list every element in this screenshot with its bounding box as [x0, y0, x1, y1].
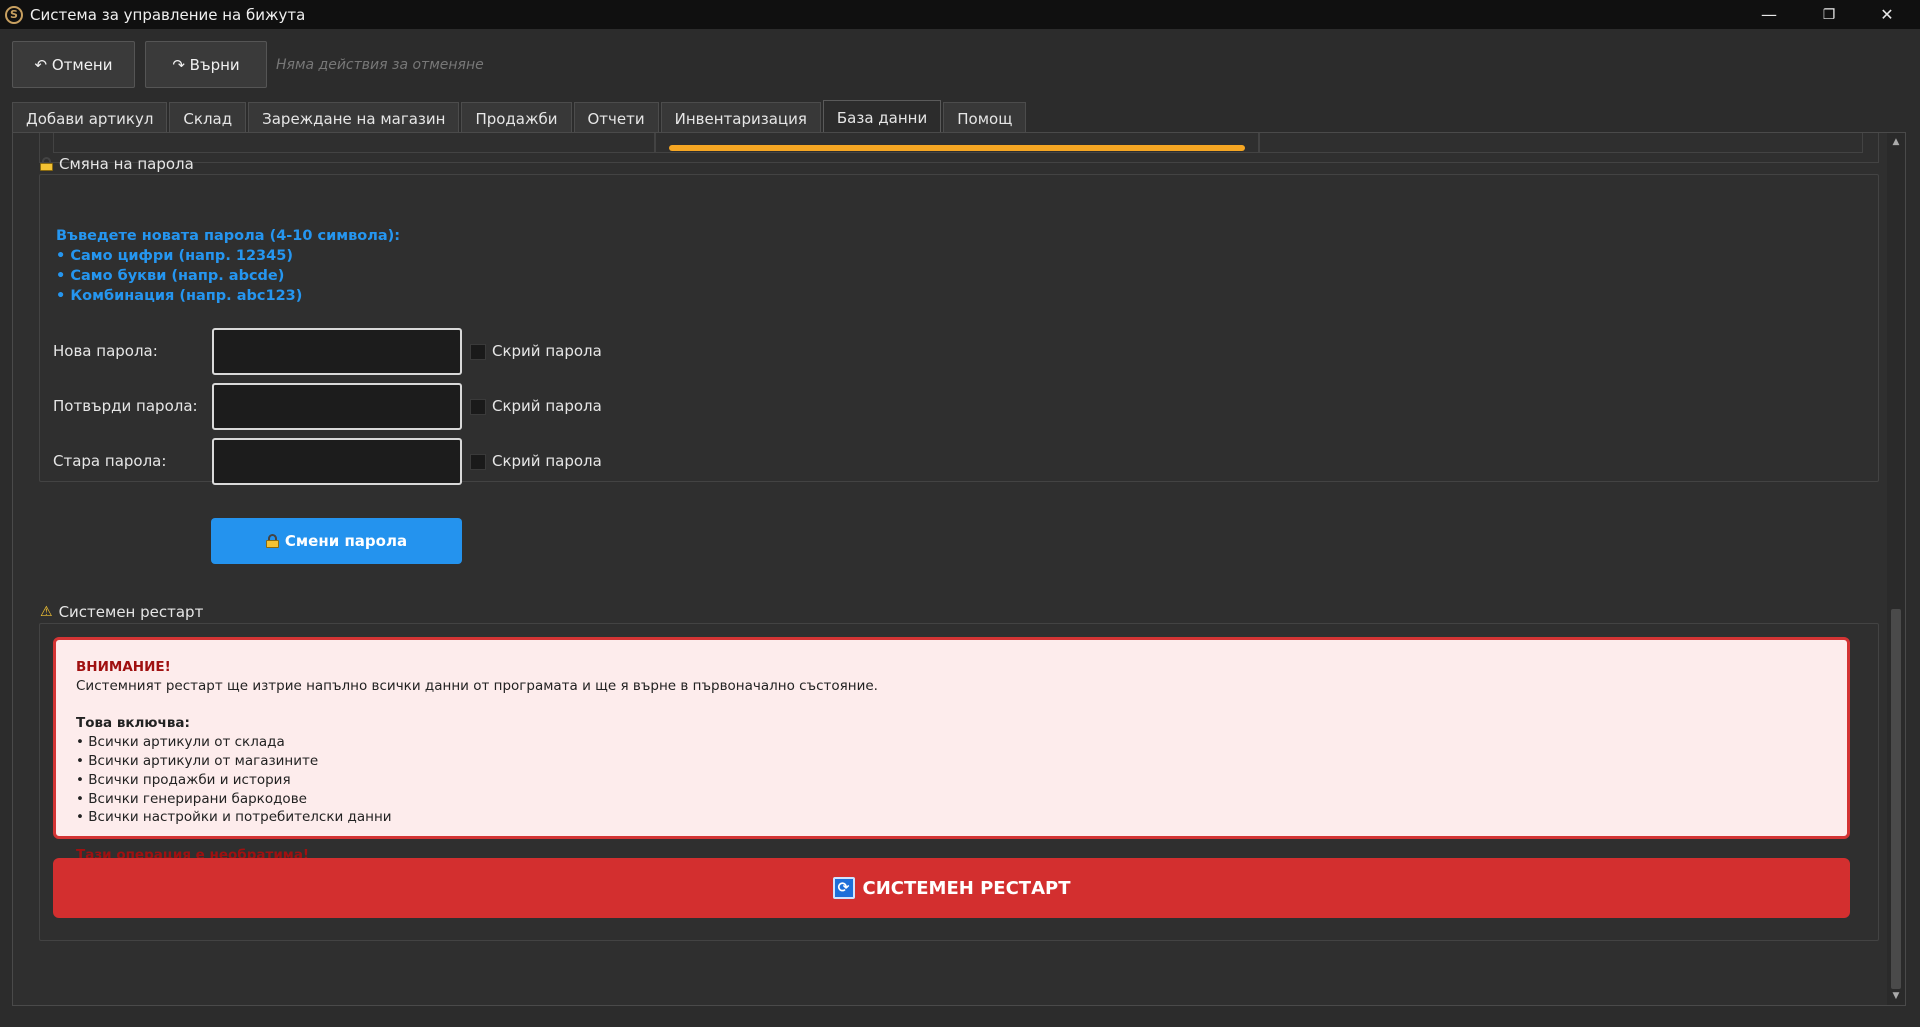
restart-group-title: ⚠ Системен рестарт: [40, 603, 203, 621]
lock-icon: [40, 157, 53, 171]
tab-help[interactable]: Помощ: [943, 102, 1027, 134]
warning-text: Системният рестарт ще изтрие напълно вси…: [76, 677, 878, 694]
hide-new-password-checkbox[interactable]: [470, 344, 486, 360]
hide-confirm-password-label[interactable]: Скрий парола: [492, 397, 602, 415]
tab-add-item[interactable]: Добави артикул: [12, 102, 168, 134]
minimize-button[interactable]: —: [1740, 0, 1798, 29]
database-tab-content: Смяна на парола Въведете новата парола (…: [12, 132, 1906, 1006]
undo-hint: Няма действия за отменяне: [276, 57, 484, 73]
redo-button[interactable]: ↷ Върни: [145, 41, 267, 88]
new-password-input[interactable]: [212, 328, 462, 375]
tab-inventory[interactable]: Инвентаризация: [660, 102, 821, 134]
system-restart-label: СИСТЕМЕН РЕСТАРТ: [862, 877, 1071, 899]
vertical-scrollbar[interactable]: ▲ ▼: [1887, 133, 1905, 1005]
tab-database[interactable]: База данни: [822, 100, 942, 134]
system-restart-button[interactable]: ⟳ СИСТЕМЕН РЕСТАРТ: [53, 858, 1850, 918]
change-password-label: Смени парола: [284, 532, 408, 550]
list-item: • Всички продажби и история: [76, 771, 291, 788]
close-button[interactable]: ✕: [1858, 0, 1916, 29]
refresh-icon: ⟳: [832, 877, 855, 899]
change-password-button[interactable]: Смени парола: [211, 518, 462, 564]
restart-group-label: Системен рестарт: [58, 603, 204, 621]
hide-old-password-checkbox[interactable]: [470, 454, 486, 470]
hide-new-password-label[interactable]: Скрий парола: [492, 342, 602, 360]
app-logo-icon: S: [5, 5, 23, 24]
list-item: • Всички настройки и потребителски данни: [76, 809, 392, 826]
top-panel-left: [53, 133, 655, 153]
old-password-input[interactable]: [212, 438, 462, 485]
warning-icon: ⚠: [40, 604, 53, 620]
list-item: • Всички артикули от магазините: [76, 752, 319, 769]
scroll-down-icon[interactable]: ▼: [1891, 991, 1901, 1001]
password-group-title: Смяна на парола: [40, 155, 194, 173]
includes-title: Това включва:: [76, 715, 190, 732]
hint-line: • Комбинация (напр. abc123): [56, 288, 303, 304]
undo-button[interactable]: ↶ Отмени: [12, 41, 135, 88]
warning-title: ВНИМАНИЕ!: [76, 659, 171, 675]
tab-reports[interactable]: Отчети: [573, 102, 659, 134]
list-item: • Всички артикули от склада: [76, 734, 285, 751]
progress-bar: [669, 145, 1245, 151]
password-hint: Въведете новата парола (4-10 символа): •…: [56, 226, 400, 306]
top-panel-right: [1259, 133, 1863, 153]
list-item: • Всички генерирани баркодове: [76, 790, 307, 807]
password-group-label: Смяна на парола: [59, 155, 194, 173]
scroll-up-icon[interactable]: ▲: [1891, 137, 1901, 147]
hide-old-password-label[interactable]: Скрий парола: [492, 452, 602, 470]
tab-bar: Добави артикул Склад Зареждане на магази…: [12, 100, 1027, 134]
maximize-button[interactable]: ❐: [1800, 0, 1858, 29]
hide-confirm-password-checkbox[interactable]: [470, 399, 486, 415]
toolbar: ↶ Отмени ↷ Върни Няма действия за отменя…: [0, 29, 1920, 96]
hint-line: Въведете новата парола (4-10 символа):: [56, 228, 401, 244]
old-password-label: Стара парола:: [53, 452, 167, 470]
scrollbar-thumb[interactable]: [1891, 609, 1901, 989]
hint-line: • Само букви (напр. abcde): [56, 268, 285, 284]
tab-warehouse[interactable]: Склад: [169, 102, 247, 134]
title-bar: S Система за управление на бижута — ❐ ✕: [0, 0, 1920, 29]
tab-sales[interactable]: Продажби: [461, 102, 572, 134]
window-title: Система за управление на бижута: [30, 5, 306, 24]
lock-icon: [265, 534, 279, 548]
new-password-label: Нова парола:: [53, 342, 158, 360]
confirm-password-input[interactable]: [212, 383, 462, 430]
hint-line: • Само цифри (напр. 12345): [56, 248, 293, 264]
restart-warning-box: ВНИМАНИЕ! Системният рестарт ще изтрие н…: [53, 637, 1850, 863]
confirm-password-label: Потвърди парола:: [53, 397, 198, 415]
tab-store-loading[interactable]: Зареждане на магазин: [248, 102, 460, 134]
